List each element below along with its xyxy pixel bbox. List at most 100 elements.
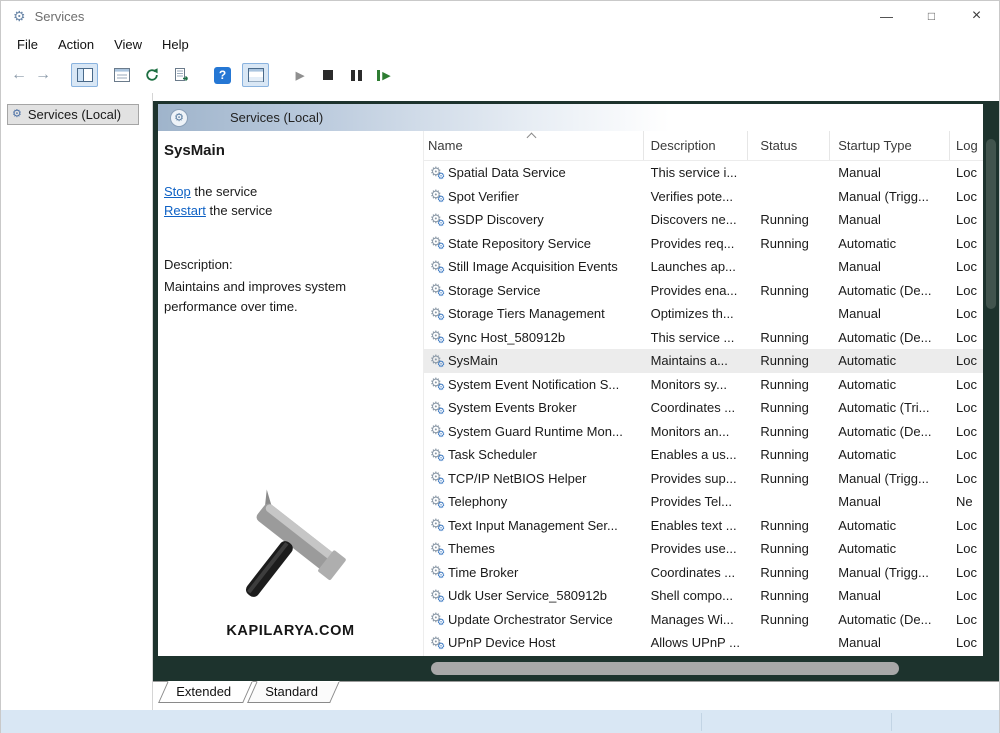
show-console-tree-button[interactable] (71, 63, 98, 87)
table-row[interactable]: ⚙⚙ Time Broker Coordinates ... Running M… (424, 561, 983, 585)
service-gear-icon: ⚙⚙ (424, 329, 448, 345)
restart-service-button[interactable]: ▶ (371, 64, 397, 86)
table-row[interactable]: ⚙⚙ System Guard Runtime Mon... Monitors … (424, 420, 983, 444)
column-header-startup-type[interactable]: Startup Type (830, 131, 950, 160)
table-row[interactable]: ⚙⚙ Spot Verifier Verifies pote... Manual… (424, 185, 983, 209)
forward-icon[interactable]: → (31, 66, 55, 84)
table-row[interactable]: ⚙⚙ System Events Broker Coordinates ... … (424, 396, 983, 420)
cell-startup-type: Manual (830, 588, 950, 603)
stop-service-link[interactable]: Stop (164, 184, 191, 199)
cell-description: Manages Wi... (644, 612, 749, 627)
bottom-strip-divider (701, 713, 702, 731)
cell-status: Running (748, 283, 830, 298)
column-header-description[interactable]: Description (644, 131, 749, 160)
horizontal-scrollbar-thumb[interactable] (431, 662, 899, 675)
cell-description: Provides ena... (644, 283, 749, 298)
table-row[interactable]: ⚙⚙ State Repository Service Provides req… (424, 232, 983, 256)
service-gear-icon: ⚙⚙ (424, 611, 448, 627)
cell-startup-type: Automatic (De... (830, 283, 950, 298)
description-text: Maintains and improves system performanc… (164, 277, 392, 316)
cell-description: Enables a us... (644, 447, 749, 462)
menu-file[interactable]: File (7, 34, 48, 55)
restart-service-link[interactable]: Restart (164, 203, 206, 218)
extended-view-button[interactable] (242, 63, 269, 87)
service-gear-icon: ⚙⚙ (424, 423, 448, 439)
table-row[interactable]: ⚙⚙ Storage Service Provides ena... Runni… (424, 279, 983, 303)
service-gear-icon: ⚙⚙ (424, 494, 448, 510)
cell-log-on-as: Loc (950, 165, 983, 180)
cell-name: Udk User Service_580912b (448, 588, 644, 603)
cell-status: Running (748, 236, 830, 251)
service-list-rows: ⚙⚙ Spatial Data Service This service i..… (424, 161, 983, 656)
bottom-strip (1, 710, 999, 733)
table-row[interactable]: ⚙⚙ Telephony Provides Tel... Manual Ne (424, 490, 983, 514)
table-row[interactable]: ⚙⚙ TCP/IP NetBIOS Helper Provides sup...… (424, 467, 983, 491)
cell-status: Running (748, 377, 830, 392)
help-button[interactable]: ? (209, 63, 236, 87)
cell-startup-type: Automatic (De... (830, 424, 950, 439)
tab-standard[interactable]: Standard (247, 681, 340, 703)
cell-status: Running (748, 471, 830, 486)
table-row[interactable]: ⚙⚙ Themes Provides use... Running Automa… (424, 537, 983, 561)
watermark-text: KAPILARYA.COM (158, 623, 423, 639)
tab-extended[interactable]: Extended (158, 681, 253, 703)
column-header-log-on-as[interactable]: Log (950, 131, 983, 160)
pause-icon (351, 70, 362, 81)
back-icon[interactable]: ← (7, 66, 31, 84)
cell-name: Text Input Management Ser... (448, 518, 644, 533)
cell-startup-type: Automatic (830, 236, 950, 251)
service-gear-icon: ⚙⚙ (424, 564, 448, 580)
menu-help[interactable]: Help (152, 34, 199, 55)
close-button[interactable]: × (954, 1, 999, 31)
table-row[interactable]: ⚙⚙ UPnP Device Host Allows UPnP ... Manu… (424, 631, 983, 655)
cell-status: Running (748, 565, 830, 580)
table-row[interactable]: ⚙⚙ System Event Notification S... Monito… (424, 373, 983, 397)
cell-name: Still Image Acquisition Events (448, 259, 644, 274)
cell-log-on-as: Loc (950, 541, 983, 556)
start-service-button[interactable]: ▶ (287, 64, 313, 86)
tree-item-services-local[interactable]: ⚙ Services (Local) (7, 104, 139, 125)
minimize-button[interactable]: — (864, 1, 909, 31)
cell-startup-type: Manual (830, 306, 950, 321)
column-header-status[interactable]: Status (748, 131, 830, 160)
table-row[interactable]: ⚙⚙ Task Scheduler Enables a us... Runnin… (424, 443, 983, 467)
table-row[interactable]: ⚙⚙ SysMain Maintains a... Running Automa… (424, 349, 983, 373)
menu-action[interactable]: Action (48, 34, 104, 55)
properties-button[interactable] (108, 63, 135, 87)
cell-startup-type: Manual (830, 165, 950, 180)
table-row[interactable]: ⚙⚙ Still Image Acquisition Events Launch… (424, 255, 983, 279)
service-gear-icon: ⚙⚙ (424, 306, 448, 322)
cell-startup-type: Automatic (De... (830, 612, 950, 627)
service-gear-icon: ⚙⚙ (424, 282, 448, 298)
maximize-button[interactable]: □ (909, 1, 954, 31)
cell-name: SSDP Discovery (448, 212, 644, 227)
view-tabs: Extended Standard (153, 681, 999, 710)
menu-bar: File Action View Help (1, 31, 999, 57)
table-row[interactable]: ⚙⚙ SSDP Discovery Discovers ne... Runnin… (424, 208, 983, 232)
refresh-button[interactable] (138, 63, 165, 87)
vertical-scrollbar-thumb[interactable] (986, 139, 996, 309)
restart-icon: ▶ (377, 69, 390, 82)
cell-description: Monitors an... (644, 424, 749, 439)
table-row[interactable]: ⚙⚙ Update Orchestrator Service Manages W… (424, 608, 983, 632)
table-row[interactable]: ⚙⚙ Udk User Service_580912b Shell compo.… (424, 584, 983, 608)
export-list-button[interactable] (168, 63, 195, 87)
table-row[interactable]: ⚙⚙ Text Input Management Ser... Enables … (424, 514, 983, 538)
banner-title: Services (Local) (230, 110, 323, 125)
menu-view[interactable]: View (104, 34, 152, 55)
services-banner: ⚙ Services (Local) (158, 104, 983, 131)
cell-log-on-as: Loc (950, 588, 983, 603)
table-row[interactable]: ⚙⚙ Storage Tiers Management Optimizes th… (424, 302, 983, 326)
cell-description: This service i... (644, 165, 749, 180)
cell-description: Coordinates ... (644, 565, 749, 580)
cell-description: Shell compo... (644, 588, 749, 603)
selected-service-name: SysMain (164, 142, 225, 159)
pause-service-button[interactable] (343, 64, 369, 86)
list-header: Name Description Status Startup Type Log (424, 131, 983, 161)
stop-service-button[interactable] (315, 64, 341, 86)
table-row[interactable]: ⚙⚙ Spatial Data Service This service i..… (424, 161, 983, 185)
cell-name: State Repository Service (448, 236, 644, 251)
cell-startup-type: Automatic (830, 447, 950, 462)
cell-status: Running (748, 588, 830, 603)
table-row[interactable]: ⚙⚙ Sync Host_580912b This service ... Ru… (424, 326, 983, 350)
